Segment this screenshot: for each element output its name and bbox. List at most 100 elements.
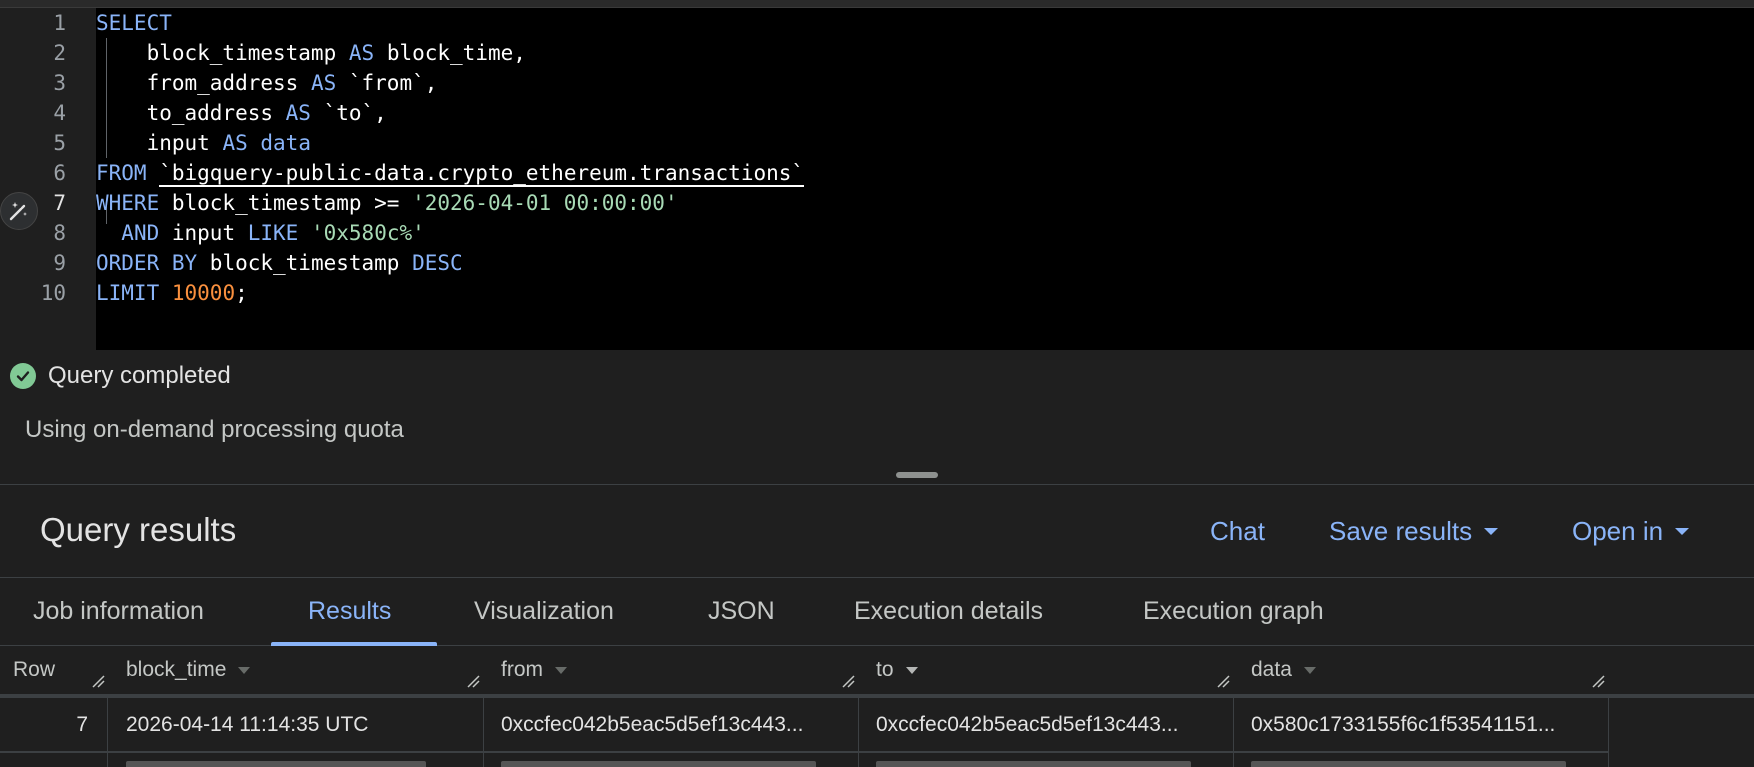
code-line[interactable]: FROM `bigquery-public-data.crypto_ethere… <box>96 158 805 188</box>
cell-from[interactable]: 0xccfec042b5eac5d5ef13c443... <box>501 698 851 752</box>
column-header-row[interactable]: Row <box>13 646 55 694</box>
code-line[interactable]: LIMIT 10000; <box>96 278 248 308</box>
code-token: WHERE <box>96 191 160 215</box>
column-resize-handle[interactable] <box>1591 674 1605 688</box>
cell-row-number: 7 <box>76 713 88 736</box>
code-line[interactable]: ORDER BY block_timestamp DESC <box>96 248 463 278</box>
code-token: ORDER BY <box>96 251 198 275</box>
open-in-button[interactable]: Open in <box>1572 513 1690 549</box>
code-line[interactable]: block_timestamp AS block_time, <box>96 38 526 68</box>
code-line[interactable]: SELECT <box>96 8 172 38</box>
panel-resize-handle[interactable] <box>896 472 938 478</box>
code-token: `bigquery-public-data.crypto_ethereum.tr… <box>159 161 805 187</box>
clipped-cell-text <box>126 761 426 767</box>
line-number-gutter: 1 2 3 4 5 6 7 8 9 10 <box>0 8 96 350</box>
column-divider <box>1608 753 1609 767</box>
code-token: input <box>159 221 248 245</box>
code-token: `from`, <box>336 71 438 95</box>
code-line[interactable]: to_address AS `to`, <box>96 98 387 128</box>
code-token: AS <box>222 131 248 155</box>
code-area[interactable]: SELECT block_timestamp AS block_time, fr… <box>96 8 1754 350</box>
column-resize-handle[interactable] <box>466 674 480 688</box>
tab-execution-details[interactable]: Execution details <box>854 592 1043 630</box>
divider <box>0 577 1754 578</box>
line-number: 6 <box>53 161 66 185</box>
line-number: 3 <box>53 71 66 95</box>
code-token: to_address <box>96 101 286 125</box>
column-resize-handle[interactable] <box>91 674 105 688</box>
code-token: '0x580c%' <box>310 221 425 245</box>
column-header-data[interactable]: data <box>1251 646 1316 694</box>
tab-execution-graph[interactable]: Execution graph <box>1143 592 1324 630</box>
code-token: FROM <box>96 161 147 185</box>
clipped-cell-text <box>876 761 1191 767</box>
sort-caret-icon[interactable] <box>1303 666 1316 674</box>
code-token: '2026-04-01 00:00:00' <box>412 191 678 215</box>
divider <box>0 484 1754 485</box>
column-header-to[interactable]: to <box>876 646 918 694</box>
line-number: 4 <box>53 101 66 125</box>
line-number: 5 <box>53 131 66 155</box>
column-resize-handle[interactable] <box>1216 674 1230 688</box>
code-line[interactable]: input AS data <box>96 128 311 158</box>
column-header-label: Row <box>13 658 56 681</box>
open-in-label: Open in <box>1572 515 1664 546</box>
sort-caret-icon[interactable] <box>238 666 251 674</box>
status-subtitle: Using on-demand processing quota <box>25 416 404 443</box>
column-header-label: data <box>1251 658 1292 681</box>
code-token: from_address <box>96 71 311 95</box>
code-token: block_time, <box>374 41 526 65</box>
tab-job-information[interactable]: Job information <box>33 592 204 630</box>
cell-data[interactable]: 0x580c1733155f6c1f53541151... <box>1251 698 1601 752</box>
column-header-from[interactable]: from <box>501 646 567 694</box>
clipped-cell-text <box>501 761 816 767</box>
tab-visualization[interactable]: Visualization <box>474 592 614 630</box>
sort-caret-icon[interactable] <box>555 666 567 674</box>
cell-to[interactable]: 0xccfec042b5eac5d5ef13c443... <box>876 698 1226 752</box>
code-token: AS <box>285 101 311 125</box>
code-token: AS <box>310 71 337 95</box>
sql-editor[interactable]: 1 2 3 4 5 6 7 8 9 10 SELECT block_timestamp AS bl… <box>0 0 1754 350</box>
save-results-button[interactable]: Save results <box>1329 513 1499 549</box>
line-number: 10 <box>40 281 66 305</box>
code-token: block_timestamp >= <box>159 191 413 215</box>
status-row: Query completed <box>10 362 231 390</box>
column-header-block-time[interactable]: block_time <box>126 646 251 694</box>
column-divider <box>858 753 859 767</box>
chat-button[interactable]: Chat <box>1210 513 1265 549</box>
code-token: data <box>260 131 311 155</box>
line-number: 1 <box>53 11 66 35</box>
column-divider <box>483 753 484 767</box>
cell-block-time[interactable]: 2026-04-14 11:14:35 UTC <box>126 698 476 752</box>
code-line[interactable]: AND input LIKE '0x580c%' <box>96 218 425 248</box>
tab-results[interactable]: Results <box>308 592 391 630</box>
code-line[interactable]: WHERE block_timestamp >= '2026-04-01 00:… <box>96 188 678 218</box>
line-number: 2 <box>53 41 66 65</box>
save-results-label: Save results <box>1329 515 1473 546</box>
code-token: AS <box>348 41 375 65</box>
chat-label: Chat <box>1210 515 1265 546</box>
editor-top-border <box>0 0 1754 8</box>
code-token: `to`, <box>310 101 387 125</box>
ai-assist-button[interactable] <box>0 192 38 230</box>
column-header-label: from <box>501 658 543 681</box>
column-header-label: to <box>876 658 894 681</box>
clipped-cell-text <box>1251 761 1566 767</box>
code-token: DESC <box>412 251 463 275</box>
column-resize-handle[interactable] <box>841 674 855 688</box>
line-number: 9 <box>53 251 66 275</box>
code-token: block_timestamp <box>197 251 413 275</box>
check-circle-icon <box>10 363 36 389</box>
code-line[interactable]: from_address AS `from`, <box>96 68 438 98</box>
caret-down-icon <box>1675 527 1690 535</box>
column-header-label: block_time <box>126 658 227 681</box>
results-title: Query results <box>40 511 237 548</box>
sort-caret-icon[interactable] <box>905 666 918 674</box>
tab-json[interactable]: JSON <box>708 592 775 630</box>
column-divider <box>107 753 108 767</box>
code-token: 10000 <box>171 281 236 305</box>
code-token: LIKE <box>247 221 299 245</box>
